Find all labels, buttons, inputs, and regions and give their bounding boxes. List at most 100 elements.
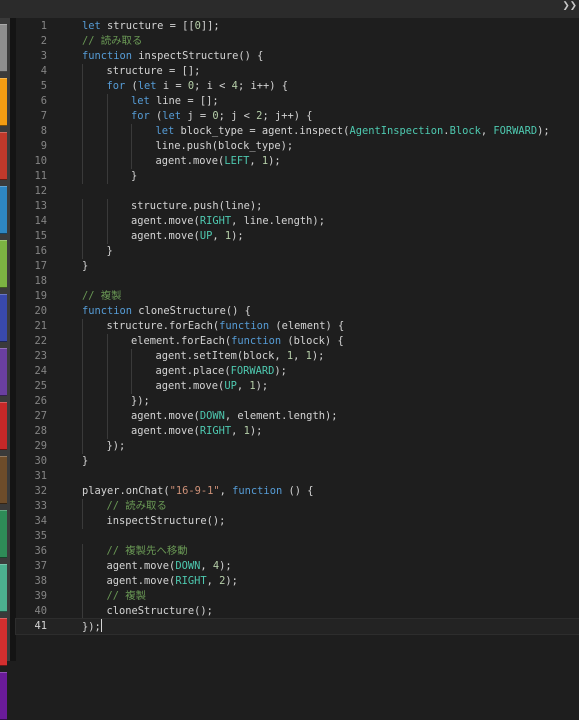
code-line[interactable]: 28 agent.move(RIGHT, 1); (16, 424, 579, 439)
indent-guide (82, 394, 83, 409)
code-token: agent.place( (155, 365, 231, 377)
line-number: 27 (34, 410, 47, 422)
code-text: inspectStructure(); (107, 514, 226, 529)
code-line[interactable]: 13 structure.push(line); (16, 199, 579, 214)
code-token: } (82, 260, 89, 272)
code-token: // 複製 (82, 290, 122, 302)
indent-guide (106, 394, 108, 409)
line-number: 15 (34, 230, 47, 242)
code-line[interactable]: 30} (16, 454, 579, 469)
code-line[interactable]: 35 (16, 529, 579, 544)
indent-guide (82, 229, 83, 244)
code-token: , (200, 560, 213, 572)
code-line[interactable]: 18 (16, 274, 579, 289)
indent-guide (82, 604, 83, 619)
code-line[interactable]: 39 // 複製 (16, 589, 579, 604)
code-text: let structure = [[0]]; (82, 19, 220, 34)
code-text: // 複製 (82, 289, 122, 304)
code-text: let block_type = agent.inspect(AgentInsp… (156, 124, 550, 139)
code-line[interactable]: 11} (16, 169, 579, 184)
code-line[interactable]: 38 agent.move(RIGHT, 2); (16, 574, 579, 589)
toolbox-category-positions[interactable] (0, 402, 7, 450)
line-number: 5 (40, 80, 47, 92)
code-token: player.onChat( (82, 485, 170, 497)
code-token: inspectStructure() { (132, 50, 264, 62)
toolbox-category-builder[interactable] (0, 294, 7, 342)
code-line[interactable]: 12 (16, 184, 579, 199)
code-line[interactable]: 21 structure.forEach(function (element) { (16, 319, 579, 334)
code-line[interactable]: 36 // 複製先へ移動 (16, 544, 579, 559)
toolbox-category-player[interactable] (0, 24, 7, 72)
code-line[interactable]: 33 // 読み取る (16, 499, 579, 514)
code-token: agent.move( (155, 155, 225, 167)
code-line[interactable]: 17} (16, 259, 579, 274)
code-line[interactable]: 4 structure = []; (16, 64, 579, 79)
code-line[interactable]: 22 element.forEach(function (block) { (16, 334, 579, 349)
code-token: ); (225, 575, 238, 587)
toolbox-category-mobs[interactable] (0, 132, 7, 180)
code-line[interactable]: 31 (16, 469, 579, 484)
code-line[interactable]: 3 function inspectStructure() { (16, 49, 579, 64)
code-token: (element) { (269, 320, 345, 332)
toolbox-category-logic[interactable] (0, 564, 7, 612)
code-line[interactable]: 6 let line = []; (16, 94, 579, 109)
toolbox-category-blocks[interactable] (0, 78, 7, 126)
code-lines[interactable]: 1 let structure = [[0]]; 2 // 読み取る 3 function… (15, 18, 579, 635)
code-token: ); (249, 425, 263, 437)
code-token: ; j < (218, 110, 257, 122)
code-line[interactable]: 15 agent.move(UP, 1); (16, 229, 579, 244)
code-token: FORWARD (493, 125, 538, 137)
code-line[interactable]: 37 agent.move(DOWN, 4); (16, 559, 579, 574)
code-editor[interactable]: 1 let structure = [[0]]; 2 // 読み取る 3 function… (15, 18, 579, 661)
code-line[interactable]: 9 line.push(block_type); (16, 139, 579, 154)
code-line[interactable]: 14 agent.move(RIGHT, line.length); (16, 214, 579, 229)
code-line[interactable]: 34 inspectStructure(); (16, 514, 579, 529)
toolbox-category-math[interactable] (0, 672, 7, 720)
toolbox-category-gameplay[interactable] (0, 240, 7, 288)
line-number: 31 (34, 470, 47, 482)
code-token: ); (219, 560, 232, 572)
indent-guide (106, 364, 108, 379)
code-line[interactable]: 16} (16, 244, 579, 259)
code-line[interactable]: 26}); (16, 394, 579, 409)
indent-guide (82, 379, 83, 394)
code-line[interactable]: 41}); (15, 618, 579, 635)
code-line[interactable]: 25 agent.move(UP, 1); (16, 379, 579, 394)
double-chevron-icon[interactable]: ❯❯ (563, 0, 577, 12)
code-line[interactable]: 5 for (let i = 0; i < 4; i++) { (16, 79, 579, 94)
code-token: cloneStructure(); (106, 605, 213, 617)
code-line[interactable]: 19 // 複製 (16, 289, 579, 304)
toolbox-category-variables[interactable] (0, 618, 7, 666)
code-line[interactable]: 10 agent.move(LEFT, 1); (16, 154, 579, 169)
code-line[interactable]: 27 agent.move(DOWN, element.length); (16, 409, 579, 424)
code-line[interactable]: 29}); (16, 439, 579, 454)
code-line[interactable]: 8 let block_type = agent.inspect(AgentIns… (16, 124, 579, 139)
code-line[interactable]: 32 player.onChat("16-9-1", function () { (16, 484, 579, 499)
line-number: 30 (34, 455, 47, 467)
line-number: 12 (34, 185, 47, 197)
code-line[interactable]: 20 function cloneStructure() { (16, 304, 579, 319)
code-token: LEFT (224, 155, 250, 167)
code-text: }); (107, 439, 126, 454)
code-line[interactable]: 2 // 読み取る (16, 34, 579, 49)
code-token: , (212, 230, 225, 242)
code-text: } (82, 259, 88, 274)
code-token: Block (449, 125, 481, 137)
toolbox-category-items[interactable] (0, 456, 7, 504)
code-line[interactable]: 40 cloneStructure(); (16, 604, 579, 619)
code-token: , (480, 125, 494, 137)
code-text: // 読み取る (107, 499, 167, 514)
code-text: agent.move(DOWN, element.length); (131, 409, 337, 424)
code-token: , (236, 380, 250, 392)
code-token: RIGHT (199, 425, 232, 437)
line-number: 8 (40, 125, 47, 137)
indent-guide (82, 559, 83, 574)
indent-guide (82, 349, 83, 364)
toolbox-category-agent[interactable] (0, 186, 7, 234)
code-line[interactable]: 7 for (let j = 0; j < 2; j++) { (16, 109, 579, 124)
toolbox-category-shapes[interactable] (0, 348, 7, 396)
toolbox-category-loops[interactable] (0, 510, 7, 558)
code-line[interactable]: 24 agent.place(FORWARD); (16, 364, 579, 379)
code-line[interactable]: 23 agent.setItem(block, 1, 1); (16, 349, 579, 364)
code-line[interactable]: 1 let structure = [[0]]; (16, 19, 579, 34)
